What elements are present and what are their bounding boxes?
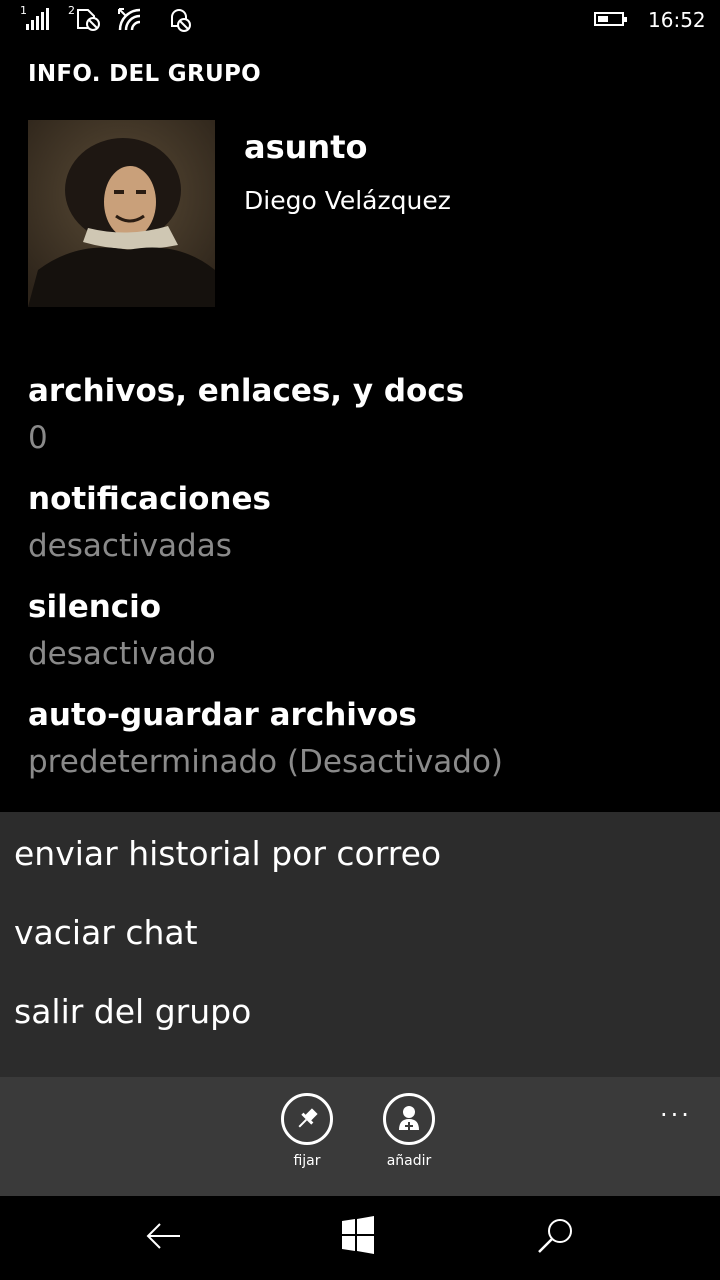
pin-label: fijar — [293, 1153, 321, 1169]
clock: 16:52 — [648, 8, 706, 32]
windows-icon[interactable] — [340, 1216, 376, 1258]
back-icon[interactable] — [144, 1216, 184, 1260]
setting-value: desactivado — [28, 636, 216, 672]
pin-button[interactable]: fijar — [267, 1093, 347, 1169]
search-icon[interactable] — [536, 1216, 576, 1260]
wifi-icon — [116, 6, 150, 34]
page-title: INFO. DEL GRUPO — [28, 61, 261, 87]
setting-value: desactivadas — [28, 528, 232, 564]
add-label: añadir — [386, 1153, 432, 1169]
more-options-menu: enviar historial por correo vaciar chat … — [0, 812, 720, 1077]
setting-auto-save-files[interactable]: auto-guardar archivos predeterminado (De… — [28, 692, 708, 800]
navigation-bar — [0, 1196, 720, 1280]
status-bar: 1 2 16:52 — [0, 0, 720, 44]
add-participant-button[interactable]: añadir — [369, 1093, 449, 1169]
more-options-button[interactable]: ··· — [660, 1101, 692, 1129]
battery-icon — [594, 12, 627, 26]
setting-label: silencio — [28, 589, 162, 625]
pin-icon — [281, 1093, 333, 1145]
setting-files-links-docs[interactable]: archivos, enlaces, y docs 0 — [28, 368, 708, 476]
menu-item-leave-group[interactable]: salir del grupo — [14, 992, 251, 1031]
settings-list: archivos, enlaces, y docs 0 notificacion… — [28, 368, 708, 800]
group-member[interactable]: Diego Velázquez — [244, 186, 451, 215]
setting-value: 0 — [28, 420, 48, 456]
setting-value: predeterminado (Desactivado) — [28, 744, 504, 780]
menu-item-email-history[interactable]: enviar historial por correo — [14, 834, 441, 873]
group-subject[interactable]: asunto — [244, 128, 367, 166]
signal-icon: 1 — [20, 4, 54, 34]
setting-notifications[interactable]: notificaciones desactivadas — [28, 476, 708, 584]
group-avatar[interactable] — [28, 120, 215, 307]
sim2-no-signal-icon: 2 — [68, 4, 102, 34]
setting-mute[interactable]: silencio desactivado — [28, 584, 708, 692]
add-person-icon — [383, 1093, 435, 1145]
app-bar: fijar añadir ··· — [0, 1077, 720, 1196]
menu-item-clear-chat[interactable]: vaciar chat — [14, 913, 198, 952]
setting-label: auto-guardar archivos — [28, 697, 417, 733]
do-not-disturb-icon — [164, 6, 198, 34]
setting-label: archivos, enlaces, y docs — [28, 373, 465, 409]
setting-label: notificaciones — [28, 481, 271, 517]
